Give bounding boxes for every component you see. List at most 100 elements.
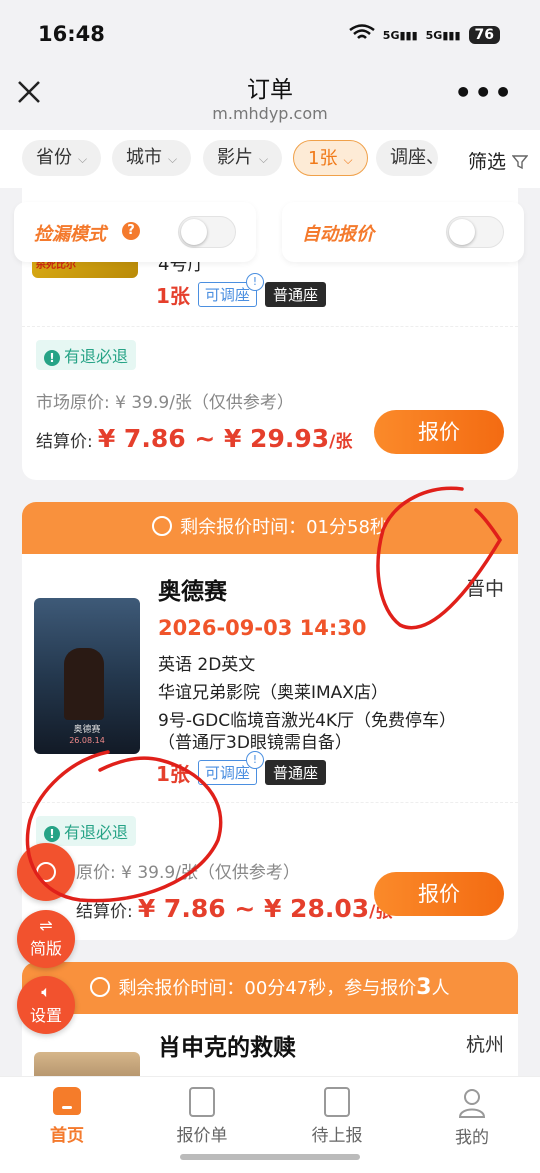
pick-mode-toggle-card: 捡漏模式 ?: [14, 202, 256, 262]
order-list: 杀死比尔 4号厅 1张 可调座! 普通座 ! 有退必退 市场原价: ¥ 39.9/…: [0, 188, 540, 1076]
info-icon[interactable]: !: [245, 273, 264, 291]
filter-button[interactable]: 筛选: [467, 147, 529, 174]
wifi-icon: [349, 24, 375, 46]
alert-icon: !: [44, 350, 60, 366]
status-icons: 5G▮▮▮ 5G▮▮▮ 76: [349, 24, 500, 46]
adjustable-seat-tag: 可调座!: [197, 273, 264, 307]
home-icon: [53, 1087, 81, 1115]
home-indicator: [180, 1154, 360, 1160]
alert-icon: !: [44, 826, 60, 842]
filter-seat-adjust[interactable]: 调座、: [376, 140, 438, 176]
refresh-button[interactable]: [17, 843, 75, 901]
ticket-quantity: 1张: [156, 762, 190, 786]
settle-price: 结算价: ¥ 7.86 ~ ¥ 29.93/张: [36, 424, 352, 453]
filter-quantity-label: 1张: [308, 148, 338, 169]
refund-label: 有退必退: [64, 347, 129, 366]
language-format: 英语 2D英文: [158, 655, 256, 675]
movie-title: 奥德赛: [158, 579, 227, 605]
settle-price-value: ¥ 7.86 ~ ¥ 29.93: [97, 424, 330, 453]
poster-date: 26.08.14: [69, 736, 105, 745]
status-bar: 16:48 5G▮▮▮ 5G▮▮▮ 76: [0, 0, 540, 70]
filter-movie-label: 影片: [217, 147, 253, 168]
refund-tag: ! 有退必退: [36, 816, 137, 846]
filter-province-label: 省份: [36, 147, 72, 168]
filter-city[interactable]: 城市 ⌵: [112, 140, 192, 176]
simple-mode-label: 简版: [29, 939, 62, 958]
chevron-down-icon: ⌵: [343, 153, 353, 167]
market-price: 市场原价: ¥ 39.9/张（仅供参考）: [36, 393, 294, 413]
clock-icon: [90, 977, 111, 997]
filter-quantity[interactable]: 1张 ⌵: [293, 140, 368, 176]
speaker-icon: 🔈︎: [41, 982, 51, 1001]
clock-icon: [152, 516, 173, 536]
simple-mode-button[interactable]: ⇌ 简版: [17, 910, 75, 968]
adjustable-seat-label: 可调座: [204, 764, 250, 782]
movie-title: 肖申克的救赎: [158, 1035, 296, 1061]
nav-quotes[interactable]: 报价单: [152, 1087, 252, 1146]
switch-knob: [449, 219, 475, 245]
seat-type-tag: 普通座: [264, 282, 326, 307]
settle-price-label: 结算价:: [36, 432, 93, 452]
participant-count: 3: [416, 975, 432, 1000]
refund-tag: ! 有退必退: [36, 340, 137, 370]
ticket-quantity: 1张: [156, 284, 190, 308]
filter-province[interactable]: 省份 ⌵: [22, 140, 102, 176]
signal-icon-2: 5G▮▮▮: [425, 28, 461, 42]
countdown-bar: 剩余报价时间：01分58秒: [22, 502, 518, 554]
hall-note: （普通厅3D眼镜需自备）: [158, 733, 352, 753]
signal-2-label: 5G: [425, 28, 443, 42]
movie-poster: 奥德赛 26.08.14: [34, 598, 140, 754]
chevron-down-icon: ⌵: [168, 152, 178, 166]
header: 订单 m.mhdyp.com •••: [0, 62, 540, 130]
nav-pending[interactable]: 待上报: [287, 1087, 387, 1146]
participant-unit: 人: [431, 978, 450, 999]
movie-poster: [34, 1052, 140, 1076]
document-icon: [189, 1087, 215, 1117]
ticket-tags: 1张 可调座! 普通座: [156, 273, 326, 309]
ticket-tags: 1张 可调座! 普通座: [156, 751, 326, 787]
adjustable-seat-tag: 可调座!: [197, 751, 264, 785]
signal-1-label: 5G: [382, 28, 400, 42]
chevron-down-icon: ⌵: [259, 152, 269, 166]
order-card[interactable]: 剩余报价时间：01分58秒 奥德赛 晋中 奥德赛 26.08.14 2026-0…: [22, 502, 518, 940]
filter-button-label: 筛选: [467, 151, 506, 173]
city-name: 杭州: [465, 1034, 504, 1056]
auto-quote-switch[interactable]: [446, 216, 504, 248]
quote-button[interactable]: 报价: [374, 872, 504, 916]
chevron-down-icon: ⌵: [78, 152, 88, 166]
show-time: 2026-09-03 14:30: [158, 616, 367, 640]
status-time: 16:48: [38, 22, 105, 46]
nav-mine[interactable]: 我的: [422, 1087, 522, 1148]
pick-mode-switch[interactable]: [178, 216, 236, 248]
countdown-bar: 剩余报价时间：00分47秒，参与报价3人: [22, 962, 518, 1014]
settle-price-value: ¥ 7.86 ~ ¥ 28.03: [137, 894, 370, 923]
countdown-text: 剩余报价时间：01分58秒: [180, 517, 388, 538]
battery-icon: 76: [468, 26, 500, 44]
divider: [22, 326, 518, 327]
settle-price: 结算价: ¥ 7.86 ~ ¥ 28.03/张: [76, 894, 392, 923]
document-icon: [324, 1087, 350, 1117]
more-button[interactable]: •••: [454, 76, 514, 109]
signal-icon: 5G▮▮▮: [382, 28, 418, 42]
filter-bar: 省份 ⌵ 城市 ⌵ 影片 ⌵ 1张 ⌵ 调座、 筛选: [0, 130, 540, 188]
nav-mine-label: 我的: [455, 1128, 489, 1148]
nav-pending-label: 待上报: [311, 1126, 363, 1146]
funnel-icon: [511, 155, 529, 170]
auto-quote-toggle-card: 自动报价: [282, 202, 524, 262]
order-card[interactable]: 剩余报价时间：00分47秒，参与报价3人 肖申克的救赎 杭州: [22, 962, 518, 1076]
cinema-name: 华谊兄弟影院（奥莱IMAX店）: [158, 683, 388, 703]
switch-knob: [181, 219, 207, 245]
info-icon[interactable]: !: [245, 751, 264, 769]
user-icon: [458, 1089, 486, 1118]
city-name: 晋中: [465, 578, 504, 600]
pick-mode-label: 捡漏模式: [34, 224, 106, 245]
settle-price-label: 结算价:: [76, 902, 133, 922]
settings-button[interactable]: 🔈︎ 设置: [17, 976, 75, 1034]
poster-title: 奥德赛: [73, 725, 101, 735]
refresh-icon: [36, 862, 56, 882]
help-icon[interactable]: ?: [122, 222, 140, 240]
nav-home[interactable]: 首页: [17, 1087, 117, 1146]
filter-movie[interactable]: 影片 ⌵: [203, 140, 283, 176]
filter-city-label: 城市: [126, 147, 162, 168]
quote-button[interactable]: 报价: [374, 410, 504, 454]
